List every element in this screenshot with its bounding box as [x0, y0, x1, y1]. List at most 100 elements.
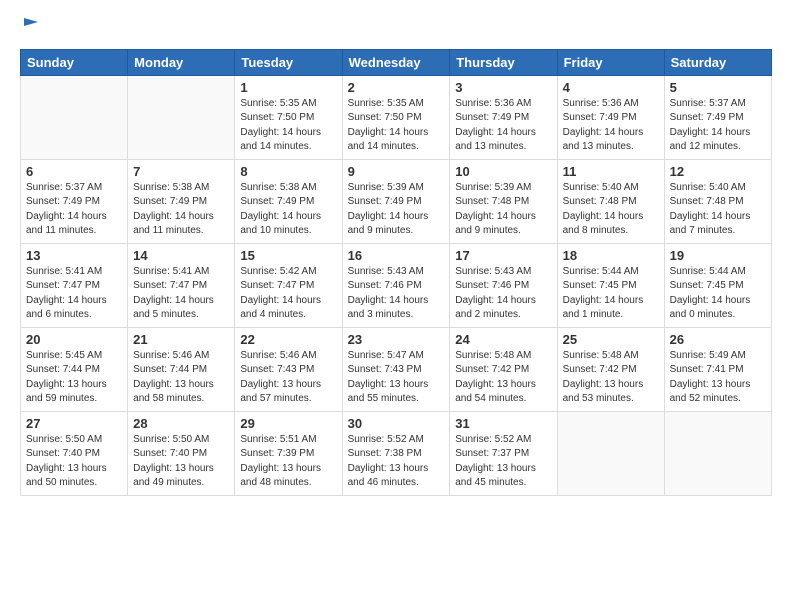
calendar-cell: 18 Sunrise: 5:44 AMSunset: 7:45 PMDayligh… — [557, 243, 664, 327]
day-info: Sunrise: 5:43 AMSunset: 7:46 PMDaylight:… — [348, 265, 445, 323]
calendar-cell: 9 Sunrise: 5:39 AMSunset: 7:49 PMDaylight… — [342, 159, 450, 243]
calendar-cell — [557, 411, 664, 495]
day-info: Sunrise: 5:46 AMSunset: 7:43 PMDaylight:… — [240, 349, 336, 407]
weekday-header-tuesday: Tuesday — [235, 49, 342, 75]
calendar-table: SundayMondayTuesdayWednesdayThursdayFrid… — [20, 49, 772, 496]
calendar-cell: 5 Sunrise: 5:37 AMSunset: 7:49 PMDaylight… — [664, 75, 771, 159]
day-number: 10 — [455, 164, 551, 179]
day-info: Sunrise: 5:50 AMSunset: 7:40 PMDaylight:… — [26, 433, 122, 491]
day-info: Sunrise: 5:45 AMSunset: 7:44 PMDaylight:… — [26, 349, 122, 407]
day-number: 17 — [455, 248, 551, 263]
weekday-header-row: SundayMondayTuesdayWednesdayThursdayFrid… — [21, 49, 772, 75]
day-info: Sunrise: 5:46 AMSunset: 7:44 PMDaylight:… — [133, 349, 229, 407]
calendar-cell: 25 Sunrise: 5:48 AMSunset: 7:42 PMDayligh… — [557, 327, 664, 411]
day-number: 8 — [240, 164, 336, 179]
day-info: Sunrise: 5:48 AMSunset: 7:42 PMDaylight:… — [563, 349, 659, 407]
day-number: 26 — [670, 332, 766, 347]
day-number: 16 — [348, 248, 445, 263]
day-info: Sunrise: 5:36 AMSunset: 7:49 PMDaylight:… — [563, 97, 659, 155]
calendar-cell: 7Sunrise: 5:38 AMSunset: 7:49 PMDaylight… — [128, 159, 235, 243]
day-info: Sunrise: 5:41 AMSunset: 7:47 PMDaylight:… — [133, 265, 229, 323]
day-info: Sunrise: 5:52 AMSunset: 7:37 PMDaylight:… — [455, 433, 551, 491]
calendar-cell: 30 Sunrise: 5:52 AMSunset: 7:38 PMDayligh… — [342, 411, 450, 495]
day-info: Sunrise: 5:44 AMSunset: 7:45 PMDaylight:… — [563, 265, 659, 323]
day-info: Sunrise: 5:35 AMSunset: 7:50 PMDaylight:… — [240, 97, 336, 155]
day-number: 1 — [240, 80, 336, 95]
logo-flag-icon — [22, 16, 40, 34]
calendar-cell: 4 Sunrise: 5:36 AMSunset: 7:49 PMDaylight… — [557, 75, 664, 159]
day-number: 7 — [133, 164, 229, 179]
day-number: 23 — [348, 332, 445, 347]
day-number: 29 — [240, 416, 336, 431]
calendar-cell: 6 Sunrise: 5:37 AMSunset: 7:49 PMDaylight… — [21, 159, 128, 243]
day-info: Sunrise: 5:40 AMSunset: 7:48 PMDaylight:… — [670, 181, 766, 239]
calendar-cell: 20 Sunrise: 5:45 AMSunset: 7:44 PMDayligh… — [21, 327, 128, 411]
calendar-cell: 17 Sunrise: 5:43 AMSunset: 7:46 PMDayligh… — [450, 243, 557, 327]
day-number: 3 — [455, 80, 551, 95]
day-number: 18 — [563, 248, 659, 263]
calendar-cell: 1 Sunrise: 5:35 AMSunset: 7:50 PMDaylight… — [235, 75, 342, 159]
calendar-cell — [21, 75, 128, 159]
day-number: 6 — [26, 164, 122, 179]
calendar-cell: 13Sunrise: 5:41 AMSunset: 7:47 PMDayligh… — [21, 243, 128, 327]
day-info: Sunrise: 5:42 AMSunset: 7:47 PMDaylight:… — [240, 265, 336, 323]
page: SundayMondayTuesdayWednesdayThursdayFrid… — [0, 0, 792, 508]
day-number: 31 — [455, 416, 551, 431]
day-number: 20 — [26, 332, 122, 347]
day-number: 28 — [133, 416, 229, 431]
day-info: Sunrise: 5:48 AMSunset: 7:42 PMDaylight:… — [455, 349, 551, 407]
calendar-cell: 24 Sunrise: 5:48 AMSunset: 7:42 PMDayligh… — [450, 327, 557, 411]
calendar-cell: 11 Sunrise: 5:40 AMSunset: 7:48 PMDayligh… — [557, 159, 664, 243]
day-number: 25 — [563, 332, 659, 347]
day-info: Sunrise: 5:43 AMSunset: 7:46 PMDaylight:… — [455, 265, 551, 323]
logo-text — [20, 16, 40, 39]
calendar-cell: 8 Sunrise: 5:38 AMSunset: 7:49 PMDaylight… — [235, 159, 342, 243]
week-row-2: 6 Sunrise: 5:37 AMSunset: 7:49 PMDaylight… — [21, 159, 772, 243]
calendar-cell: 22 Sunrise: 5:46 AMSunset: 7:43 PMDayligh… — [235, 327, 342, 411]
day-number: 11 — [563, 164, 659, 179]
calendar-cell: 31 Sunrise: 5:52 AMSunset: 7:37 PMDayligh… — [450, 411, 557, 495]
week-row-5: 27Sunrise: 5:50 AMSunset: 7:40 PMDayligh… — [21, 411, 772, 495]
day-number: 2 — [348, 80, 445, 95]
calendar-cell: 3 Sunrise: 5:36 AMSunset: 7:49 PMDaylight… — [450, 75, 557, 159]
header — [20, 16, 772, 39]
calendar-cell: 15 Sunrise: 5:42 AMSunset: 7:47 PMDayligh… — [235, 243, 342, 327]
weekday-header-thursday: Thursday — [450, 49, 557, 75]
day-info: Sunrise: 5:40 AMSunset: 7:48 PMDaylight:… — [563, 181, 659, 239]
weekday-header-saturday: Saturday — [664, 49, 771, 75]
day-info: Sunrise: 5:39 AMSunset: 7:49 PMDaylight:… — [348, 181, 445, 239]
day-info: Sunrise: 5:49 AMSunset: 7:41 PMDaylight:… — [670, 349, 766, 407]
day-number: 4 — [563, 80, 659, 95]
calendar-cell — [664, 411, 771, 495]
day-number: 14 — [133, 248, 229, 263]
weekday-header-wednesday: Wednesday — [342, 49, 450, 75]
day-info: Sunrise: 5:37 AMSunset: 7:49 PMDaylight:… — [26, 181, 122, 239]
day-number: 22 — [240, 332, 336, 347]
calendar-cell: 28 Sunrise: 5:50 AMSunset: 7:40 PMDayligh… — [128, 411, 235, 495]
calendar-cell — [128, 75, 235, 159]
day-info: Sunrise: 5:36 AMSunset: 7:49 PMDaylight:… — [455, 97, 551, 155]
day-number: 15 — [240, 248, 336, 263]
weekday-header-monday: Monday — [128, 49, 235, 75]
calendar-cell: 26 Sunrise: 5:49 AMSunset: 7:41 PMDayligh… — [664, 327, 771, 411]
day-info: Sunrise: 5:50 AMSunset: 7:40 PMDaylight:… — [133, 433, 229, 491]
day-info: Sunrise: 5:38 AMSunset: 7:49 PMDaylight:… — [240, 181, 336, 239]
day-number: 21 — [133, 332, 229, 347]
calendar-cell: 23Sunrise: 5:47 AMSunset: 7:43 PMDayligh… — [342, 327, 450, 411]
day-number: 9 — [348, 164, 445, 179]
calendar-cell: 19Sunrise: 5:44 AMSunset: 7:45 PMDayligh… — [664, 243, 771, 327]
day-number: 30 — [348, 416, 445, 431]
day-number: 24 — [455, 332, 551, 347]
day-number: 5 — [670, 80, 766, 95]
calendar-cell: 16 Sunrise: 5:43 AMSunset: 7:46 PMDayligh… — [342, 243, 450, 327]
calendar-cell: 29Sunrise: 5:51 AMSunset: 7:39 PMDayligh… — [235, 411, 342, 495]
day-info: Sunrise: 5:39 AMSunset: 7:48 PMDaylight:… — [455, 181, 551, 239]
day-info: Sunrise: 5:52 AMSunset: 7:38 PMDaylight:… — [348, 433, 445, 491]
day-info: Sunrise: 5:44 AMSunset: 7:45 PMDaylight:… — [670, 265, 766, 323]
calendar-cell: 12Sunrise: 5:40 AMSunset: 7:48 PMDayligh… — [664, 159, 771, 243]
day-info: Sunrise: 5:41 AMSunset: 7:47 PMDaylight:… — [26, 265, 122, 323]
weekday-header-sunday: Sunday — [21, 49, 128, 75]
calendar-cell: 2Sunrise: 5:35 AMSunset: 7:50 PMDaylight… — [342, 75, 450, 159]
calendar-cell: 10 Sunrise: 5:39 AMSunset: 7:48 PMDayligh… — [450, 159, 557, 243]
day-info: Sunrise: 5:37 AMSunset: 7:49 PMDaylight:… — [670, 97, 766, 155]
